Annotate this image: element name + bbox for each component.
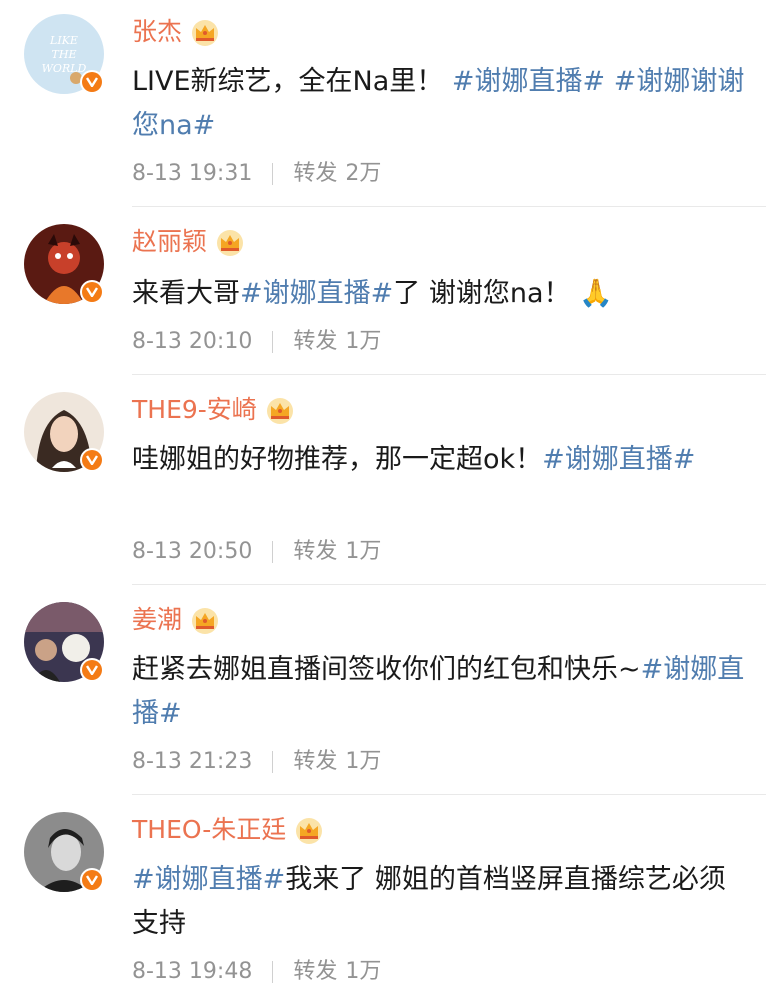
vip-crown-icon <box>296 818 323 844</box>
repost-label[interactable]: 转发 <box>293 958 337 986</box>
comment-text: 赶紧去娜姐直播间签收你们的红包和快乐~#谢娜直播# <box>132 648 752 736</box>
comment-text: 哇娜姐的好物推荐，那一定超ok！#谢娜直播# <box>132 438 752 482</box>
repost-label[interactable]: 转发 <box>293 328 337 356</box>
comment-meta: 8-13 20:10 转发 1万 <box>132 328 381 356</box>
user-name[interactable]: 张杰 <box>132 16 182 48</box>
repost-count: 1万 <box>345 539 382 564</box>
comment-meta: 8-13 19:48 转发 1万 <box>132 958 381 986</box>
verified-v-icon <box>80 70 104 94</box>
hashtag-link[interactable]: #谢娜直播# <box>240 278 393 309</box>
comment-text-segment <box>605 66 614 97</box>
meta-divider <box>272 751 274 773</box>
meta-divider <box>272 331 274 353</box>
svg-text:WORLD: WORLD <box>42 62 87 75</box>
user-name[interactable]: 姜潮 <box>132 604 182 636</box>
timestamp: 8-13 20:10 <box>132 329 253 354</box>
user-name[interactable]: THEO-朱正廷 <box>132 814 286 846</box>
verified-v-icon <box>80 448 104 472</box>
timestamp: 8-13 20:50 <box>132 539 253 564</box>
repost-count: 1万 <box>345 749 382 774</box>
hashtag-link[interactable]: #谢娜直播# <box>132 864 285 895</box>
meta-divider <box>272 961 274 983</box>
meta-divider <box>272 163 274 185</box>
user-name[interactable]: THE9-安崎 <box>132 394 257 426</box>
hashtag-link[interactable]: #谢娜直播# <box>452 66 605 97</box>
comment-meta: 8-13 19:31 转发 2万 <box>132 160 381 188</box>
timestamp: 8-13 19:31 <box>132 161 253 186</box>
verified-v-icon <box>80 280 104 304</box>
divider <box>132 584 766 585</box>
repost-count: 2万 <box>345 161 382 186</box>
vip-crown-icon <box>192 20 219 46</box>
comment-meta: 8-13 21:23 转发 1万 <box>132 748 381 776</box>
comment-text-segment: 了 谢谢您na！ <box>393 278 580 309</box>
verified-v-icon <box>80 868 104 892</box>
divider <box>132 374 766 375</box>
vip-crown-icon <box>192 608 219 634</box>
timestamp: 8-13 21:23 <box>132 749 253 774</box>
user-name[interactable]: 赵丽颖 <box>132 226 207 258</box>
vip-crown-icon <box>266 398 293 424</box>
divider <box>132 794 766 795</box>
comment-text-segment: 赶紧去娜姐直播间签收你们的红包和快乐~ <box>132 654 641 685</box>
repost-label[interactable]: 转发 <box>293 748 337 776</box>
divider <box>132 206 766 207</box>
vip-crown-icon <box>217 230 244 256</box>
comment-text: LIVE新综艺，全在Na里！ #谢娜直播# #谢娜谢谢您na# <box>132 60 752 148</box>
comment-meta: 8-13 20:50 转发 1万 <box>132 538 381 566</box>
comment-text: 来看大哥#谢娜直播#了 谢谢您na！ 🙏 <box>132 272 752 316</box>
repost-count: 1万 <box>345 329 382 354</box>
comment-text: #谢娜直播#我来了 娜姐的首档竖屏直播综艺必须支持 <box>132 858 752 946</box>
verified-v-icon <box>80 658 104 682</box>
comment-text-segment: 来看大哥 <box>132 278 240 309</box>
repost-label[interactable]: 转发 <box>293 160 337 188</box>
hashtag-link[interactable]: #谢娜直播# <box>542 444 695 475</box>
svg-text:THE: THE <box>52 48 77 61</box>
timestamp: 8-13 19:48 <box>132 959 253 984</box>
comment-text-segment: LIVE新综艺，全在Na里！ <box>132 66 452 97</box>
repost-count: 1万 <box>345 959 382 984</box>
avatar-logo-text: LIKE <box>49 34 78 47</box>
repost-label[interactable]: 转发 <box>293 538 337 566</box>
comment-text-segment: 🙏 <box>579 278 613 309</box>
comment-list: LIKE THE WORLD 张杰 LIVE新综艺，全在Na里！ #谢娜直播# … <box>0 0 766 1000</box>
meta-divider <box>272 541 274 563</box>
comment-text-segment: 哇娜姐的好物推荐，那一定超ok！ <box>132 444 543 475</box>
